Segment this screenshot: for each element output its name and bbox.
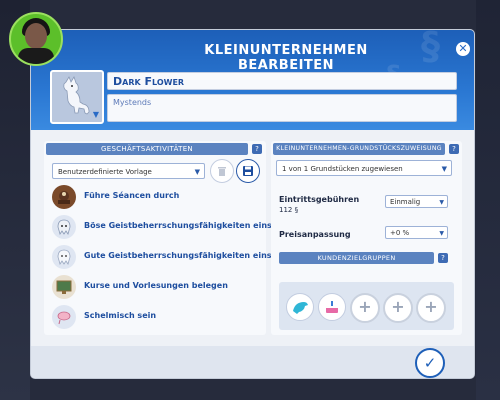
lot-assignment-panel: Kleinunternehmen-Grundstückszuweisung ? … [271, 141, 462, 335]
chevron-down-icon: ▼ [441, 165, 447, 173]
help-icon[interactable]: ? [438, 253, 448, 263]
template-dropdown[interactable]: Benutzerdefinierte Vorlage ▼ [52, 163, 205, 179]
activities-header: Geschäftsaktivitäten [46, 143, 248, 155]
cake-icon[interactable] [318, 293, 346, 321]
lot-dropdown[interactable]: 1 von 1 Grundstücken zugewiesen ▼ [276, 160, 452, 176]
activity-label: Führe Séancen durch [84, 191, 180, 200]
activity-label: Schelmisch sein [84, 311, 157, 320]
activity-label: Böse Geistbeherrschungsfähigkeiten einse… [84, 221, 297, 230]
price-adjust-dropdown[interactable]: +0 % ▼ [385, 226, 448, 239]
help-icon[interactable]: ? [252, 144, 262, 154]
price-adjust-value: +0 % [390, 229, 410, 237]
activity-item[interactable]: Böse Geistbeherrschungsfähigkeiten einse… [52, 215, 297, 239]
customer-groups-box: + + + [279, 282, 454, 330]
edit-small-business-dialog: § § Kleinunternehmen bearbeiten ✕ ▼ Dark… [31, 24, 474, 378]
business-name-field[interactable]: Dark Flower [107, 72, 457, 90]
business-description-field[interactable]: Mystends [107, 94, 457, 122]
activity-label: Gute Geistbeherrschungsfähigkeiten einse… [84, 251, 297, 260]
template-dropdown-value: Benutzerdefinierte Vorlage [58, 168, 152, 176]
save-icon[interactable] [236, 159, 260, 183]
activity-item[interactable]: Kurse und Vorlesungen belegen [52, 275, 262, 299]
chevron-down-icon: ▼ [439, 199, 444, 206]
good-spirit-icon [52, 245, 76, 269]
price-adjust-label: Preisanpassung [279, 230, 351, 239]
add-icon[interactable]: + [383, 293, 413, 323]
business-logo[interactable]: ▼ [50, 70, 104, 124]
dolphin-icon[interactable] [286, 293, 314, 321]
add-icon[interactable]: + [416, 293, 446, 323]
dialog-footer [31, 346, 474, 378]
lot-assignment-header: Kleinunternehmen-Grundstückszuweisung [273, 143, 445, 155]
chevron-down-icon: ▼ [92, 110, 99, 119]
activity-item[interactable]: Gute Geistbeherrschungsfähigkeiten einse… [52, 245, 297, 269]
entry-fee-mode-dropdown[interactable]: Einmalig ▼ [385, 195, 448, 208]
activity-item[interactable]: Schelmisch sein [52, 305, 262, 329]
llama-icon [63, 76, 90, 115]
business-activities-panel: Geschäftsaktivitäten ? Benutzerdefiniert… [44, 141, 297, 335]
entry-fee-mode-value: Einmalig [390, 198, 421, 206]
checkmark-icon[interactable]: ✓ [415, 348, 445, 378]
lot-dropdown-value: 1 von 1 Grundstücken zugewiesen [282, 165, 403, 173]
customer-groups-header: Kundenzielgruppen [279, 252, 434, 264]
activity-label: Kurse und Vorlesungen belegen [84, 281, 228, 290]
trash-icon[interactable] [210, 159, 234, 183]
entry-fee-value: 112 § [279, 206, 299, 214]
mischief-icon [52, 305, 76, 329]
activity-item[interactable]: Führe Séancen durch [52, 185, 262, 209]
chevron-down-icon: ▼ [194, 168, 200, 176]
dialog-title: Kleinunternehmen bearbeiten [204, 43, 368, 73]
help-icon[interactable]: ? [449, 144, 459, 154]
seance-icon [52, 185, 76, 209]
close-icon[interactable]: ✕ [456, 42, 470, 56]
watermark-icon: § [421, 24, 440, 68]
dialog-header: § § Kleinunternehmen bearbeiten ✕ ▼ Dark… [31, 24, 474, 130]
lecture-icon [52, 275, 76, 299]
avatar[interactable] [9, 12, 63, 66]
chevron-down-icon: ▼ [439, 230, 444, 237]
entry-fee-label: Eintrittsgebühren [279, 195, 360, 204]
background-right [476, 0, 500, 400]
add-icon[interactable]: + [350, 293, 380, 323]
evil-spirit-icon [52, 215, 76, 239]
